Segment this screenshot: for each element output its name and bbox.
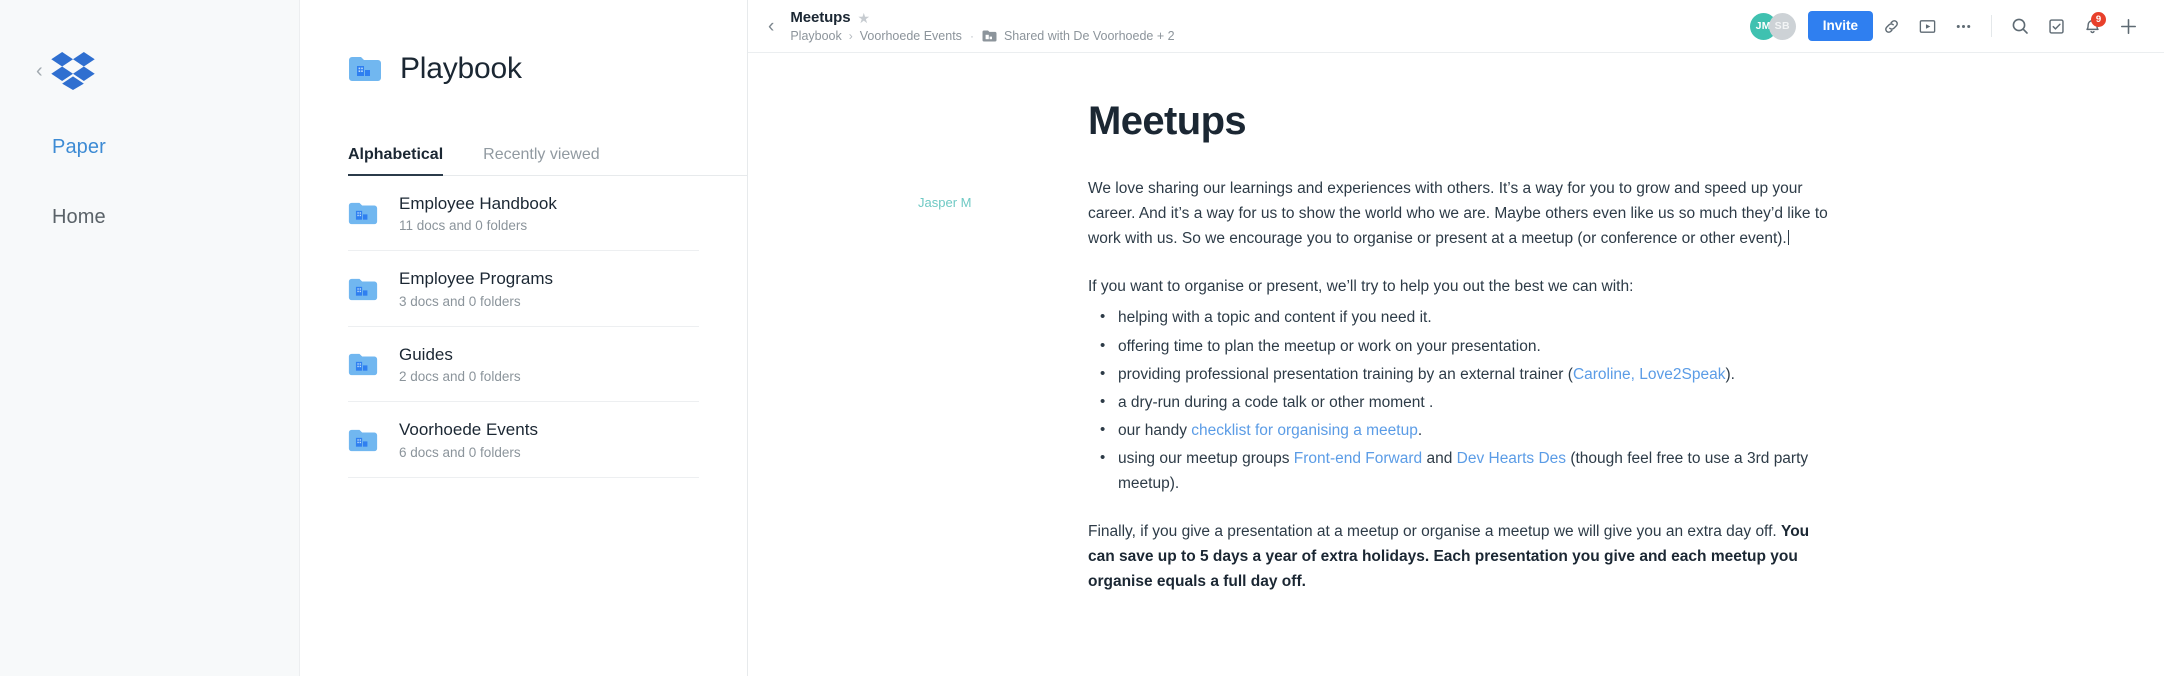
folder-icon <box>348 277 378 302</box>
author-label: Jasper M <box>918 195 972 210</box>
list-item-text: Voorhoede Events 6 docs and 0 folders <box>399 419 538 460</box>
rail-nav: Paper Home <box>0 136 299 228</box>
list-item: our handy checklist for organising a mee… <box>1088 418 1828 443</box>
link-icon[interactable] <box>1873 8 1909 44</box>
folder-name: Guides <box>399 344 453 364</box>
folder-icon <box>348 201 378 226</box>
breadcrumb-stack: Meetups ★ Playbook › Voorhoede Events · <box>790 9 1174 43</box>
rail-header: ‹ <box>0 0 299 90</box>
page-title: Playbook <box>400 52 522 85</box>
list-item: using our meetup groups Front-end Forwar… <box>1088 446 1828 496</box>
folder-browser-header: Playbook <box>300 0 747 86</box>
text-caret <box>1787 230 1789 246</box>
notifications-bell-icon[interactable]: 9 <box>2074 8 2110 44</box>
breadcrumb-dot: · <box>969 29 974 43</box>
breadcrumb-separator: › <box>848 29 853 43</box>
paragraph-intro: We love sharing our learnings and experi… <box>1088 180 1828 248</box>
tasks-checkbox-icon[interactable] <box>2038 8 2074 44</box>
link-checklist-for-organising-a-meetup[interactable]: checklist for organising a meetup <box>1191 422 1418 439</box>
breadcrumb-parent[interactable]: Voorhoede Events <box>860 29 962 43</box>
invite-button[interactable]: Invite <box>1807 11 1873 41</box>
list-item[interactable]: Voorhoede Events 6 docs and 0 folders <box>348 402 699 478</box>
app-root: ‹ Paper Home Playbook Alphabetical Recen… <box>0 0 2164 676</box>
sidebar-item-paper[interactable]: Paper <box>52 136 299 158</box>
folder-icon <box>348 428 378 453</box>
toolbar-actions: JM SB Invite 9 <box>1749 8 2146 44</box>
paragraph-extra-day-off: Finally, if you give a presentation at a… <box>1088 523 1810 591</box>
document-content[interactable]: We love sharing our learnings and experi… <box>1088 176 1828 595</box>
list-item-text: Employee Handbook 11 docs and 0 folders <box>399 193 557 234</box>
list-item: offering time to plan the meetup or work… <box>1088 334 1828 359</box>
list-item-text: Guides 2 docs and 0 folders <box>399 344 521 385</box>
avatar-group: JM SB <box>1749 12 1796 40</box>
list-item: providing professional presentation trai… <box>1088 362 1828 387</box>
plus-icon[interactable] <box>2110 8 2146 44</box>
breadcrumb: ‹ Meetups ★ Playbook › Voorhoede Events … <box>764 9 1175 43</box>
list-item[interactable]: Guides 2 docs and 0 folders <box>348 327 699 403</box>
tab-recently-viewed[interactable]: Recently viewed <box>483 146 600 175</box>
link-front-end-forward[interactable]: Front-end Forward <box>1294 450 1422 467</box>
breadcrumb-root[interactable]: Playbook <box>790 29 841 43</box>
more-horizontal-icon[interactable] <box>1945 8 1981 44</box>
present-icon[interactable] <box>1909 8 1945 44</box>
list-item[interactable]: Employee Programs 3 docs and 0 folders <box>348 251 699 327</box>
search-icon[interactable] <box>2002 8 2038 44</box>
chevron-left-icon[interactable]: ‹ <box>36 61 43 81</box>
folder-meta: 2 docs and 0 folders <box>399 369 521 385</box>
folder-browser-panel: Playbook Alphabetical Recently viewed Em… <box>300 0 748 676</box>
folder-name: Voorhoede Events <box>399 420 538 440</box>
folder-list: Employee Handbook 11 docs and 0 folders <box>348 176 699 478</box>
breadcrumb-title-row: Meetups ★ <box>790 9 1174 26</box>
folder-meta: 6 docs and 0 folders <box>399 444 521 460</box>
sort-tabs: Alphabetical Recently viewed <box>348 146 747 176</box>
document-pane: ‹ Meetups ★ Playbook › Voorhoede Events … <box>748 0 2164 676</box>
link-caroline-love2speak[interactable]: Caroline, Love2Speak <box>1573 366 1726 383</box>
document-title: Meetups <box>1088 99 1247 143</box>
paragraph-help-lead: If you want to organise or present, we’l… <box>1088 278 1634 296</box>
list-item[interactable]: Employee Handbook 11 docs and 0 folders <box>348 176 699 252</box>
list-item: a dry-run during a code talk or other mo… <box>1088 390 1828 415</box>
breadcrumb-path-row: Playbook › Voorhoede Events · Shared wit… <box>790 29 1174 43</box>
tab-alphabetical[interactable]: Alphabetical <box>348 146 444 176</box>
folder-name: Employee Handbook <box>399 194 557 213</box>
help-bullet-list: helping with a topic and content if you … <box>1088 305 1828 496</box>
document-toolbar: ‹ Meetups ★ Playbook › Voorhoede Events … <box>748 0 2164 53</box>
folder-icon <box>348 55 382 83</box>
document-body: Meetups Jasper M We love sharing our lea… <box>748 53 2164 595</box>
folder-meta: 11 docs and 0 folders <box>399 218 528 234</box>
shared-folder-icon <box>982 30 997 42</box>
folder-name: Employee Programs <box>399 269 554 289</box>
notification-badge: 9 <box>2091 12 2106 27</box>
avatar[interactable]: SB <box>1768 12 1796 40</box>
left-rail: ‹ Paper Home <box>0 0 300 676</box>
star-icon[interactable]: ★ <box>857 11 870 25</box>
document-name: Meetups <box>790 9 851 26</box>
list-item: helping with a topic and content if you … <box>1088 305 1828 330</box>
dropbox-logo[interactable] <box>50 52 95 90</box>
folder-icon <box>348 352 378 377</box>
link-dev-hearts-des[interactable]: Dev Hearts Des <box>1457 450 1566 467</box>
sidebar-item-home[interactable]: Home <box>52 206 299 228</box>
document-inner: Meetups Jasper M We love sharing our lea… <box>748 99 2164 595</box>
shared-with-label[interactable]: Shared with De Voorhoede + 2 <box>1004 29 1175 43</box>
folder-meta: 3 docs and 0 folders <box>399 293 521 309</box>
back-button[interactable]: ‹ <box>764 17 790 36</box>
toolbar-divider <box>1991 15 1992 37</box>
list-item-text: Employee Programs 3 docs and 0 folders <box>399 268 553 309</box>
